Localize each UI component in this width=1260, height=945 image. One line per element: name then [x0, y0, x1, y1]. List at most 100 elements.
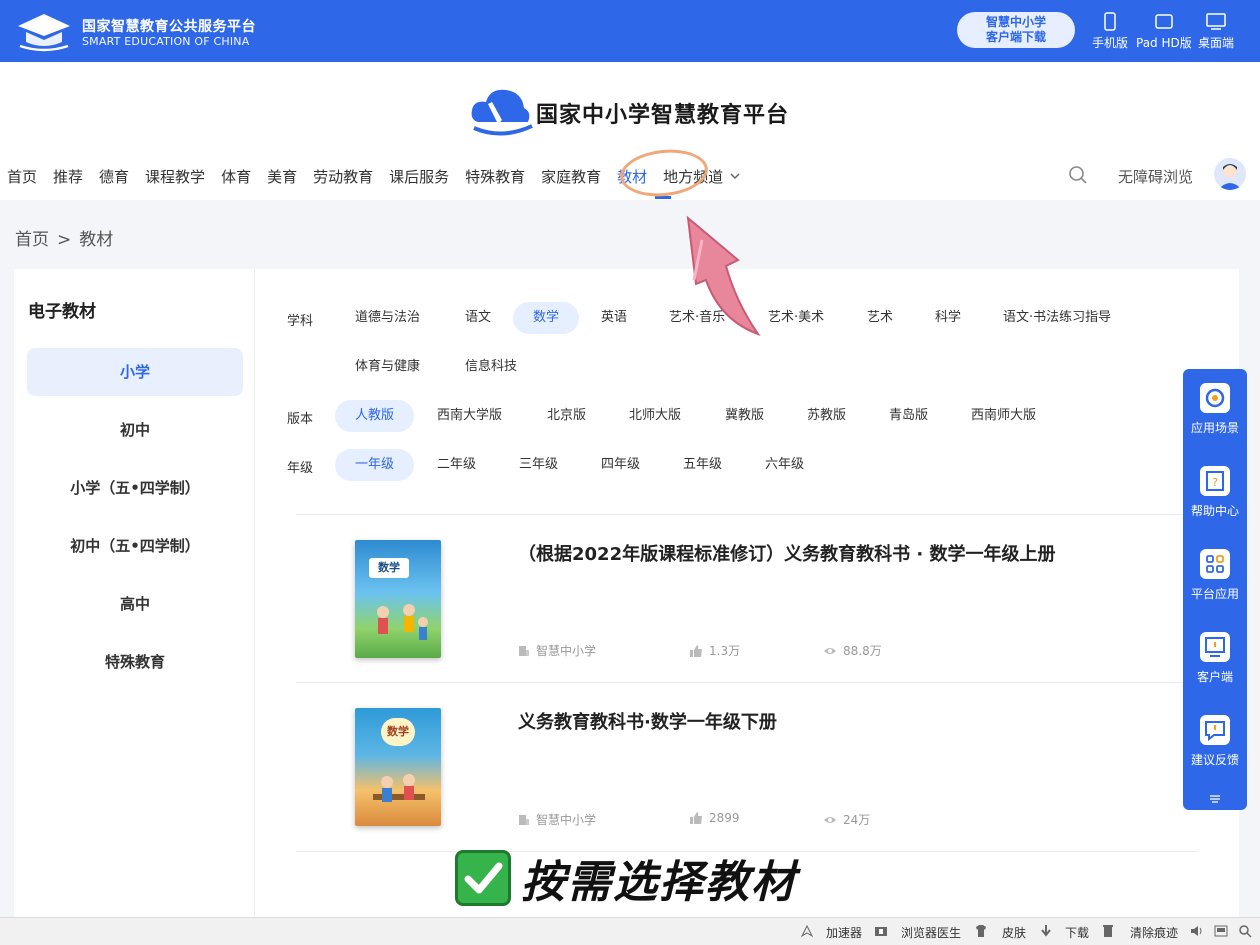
subject-chip[interactable]: 信息科技 — [445, 351, 537, 383]
sidebar-item-junior-54[interactable]: 初中（五•四学制） — [27, 522, 243, 570]
version-chip[interactable]: 苏教版 — [787, 400, 866, 432]
nav-labor[interactable]: 劳动教育 — [313, 166, 373, 192]
nav-afterschool[interactable]: 课后服务 — [389, 166, 449, 192]
device-pad[interactable]: Pad HD版 — [1136, 12, 1192, 51]
book-title[interactable]: （根据2022年版课程标准修订）义务教育教科书 · 数学一年级上册 — [518, 540, 1055, 566]
sidebar-item-primary-54[interactable]: 小学（五•四学制） — [27, 464, 243, 512]
nav-arts[interactable]: 美育 — [267, 166, 297, 192]
sidebar-item-primary[interactable]: 小学 — [27, 348, 243, 396]
subject-chip[interactable]: 语文 — [445, 302, 511, 334]
divider — [296, 514, 1198, 515]
subject-chip[interactable]: 科学 — [915, 302, 981, 334]
grade-chip[interactable]: 四年级 — [581, 449, 660, 481]
trash-icon — [1103, 925, 1113, 937]
brand-name-en[interactable]: SMART EDUCATION OF CHINA — [82, 35, 249, 48]
checkmark-icon — [455, 850, 511, 906]
device-desktop[interactable]: 桌面端 — [1198, 12, 1234, 51]
subject-chip[interactable]: 艺术 — [847, 302, 913, 334]
device-mobile[interactable]: 手机版 — [1092, 12, 1128, 51]
divider — [296, 682, 1198, 683]
version-chip[interactable]: 西南师大版 — [951, 400, 1056, 432]
feedback-icon — [1200, 715, 1230, 745]
book-likes-count: 2899 — [709, 811, 740, 825]
grade-chip-active[interactable]: 一年级 — [335, 449, 415, 481]
sidebar-item-senior[interactable]: 高中 — [27, 580, 243, 628]
float-item-apps[interactable]: 平台应用 — [1183, 549, 1247, 602]
subject-chip-active[interactable]: 数学 — [513, 302, 580, 334]
desktop-icon — [1206, 13, 1226, 30]
device-desktop-label: 桌面端 — [1198, 36, 1235, 50]
nav-courses[interactable]: 课程教学 — [145, 166, 205, 192]
status-clear-traces[interactable]: 清除痕迹 — [1130, 924, 1178, 941]
search-icon[interactable] — [1068, 165, 1088, 185]
float-item-help[interactable]: ? 帮助中心 — [1183, 466, 1247, 519]
book-views-count: 24万 — [843, 813, 871, 827]
browser-status-bar: 加速器 浏览器医生 皮肤 下载 清除痕迹 — [0, 917, 1260, 945]
eye-icon — [824, 648, 836, 654]
caption-banner: 按需选择教材 — [455, 846, 797, 910]
sidebar-item-junior[interactable]: 初中 — [27, 406, 243, 454]
client-download-button[interactable]: 智慧中小学 客户端下载 — [957, 12, 1075, 48]
float-item-client[interactable]: 客户端 — [1183, 632, 1247, 685]
version-chip[interactable]: 北师大版 — [609, 400, 701, 432]
subject-chip[interactable]: 道德与法治 — [335, 302, 440, 334]
status-accelerator[interactable]: 加速器 — [826, 924, 862, 941]
subject-chip[interactable]: 英语 — [581, 302, 647, 334]
grade-chip[interactable]: 六年级 — [745, 449, 824, 481]
version-chip[interactable]: 西南大学版 — [417, 400, 522, 432]
skin-shirt-icon — [976, 925, 986, 937]
user-avatar[interactable] — [1214, 158, 1246, 190]
version-chip[interactable]: 冀教版 — [705, 400, 784, 432]
volume-icon[interactable] — [1190, 924, 1204, 938]
doctor-icon — [875, 927, 887, 936]
menu-icon[interactable] — [1209, 793, 1221, 805]
breadcrumb: 首页 > 教材 — [15, 225, 113, 250]
version-chip-active[interactable]: 人教版 — [335, 400, 415, 432]
top-bar: 国家智慧教育公共服务平台 SMART EDUCATION OF CHINA 智慧… — [0, 0, 1260, 62]
caption-text: 按需选择教材 — [521, 857, 797, 908]
chevron-down-icon[interactable] — [729, 170, 741, 182]
nav-moral[interactable]: 德育 — [99, 166, 129, 192]
platform-name[interactable]: 国家中小学智慧教育平台 — [536, 97, 789, 129]
float-item-feedback[interactable]: 建议反馈 — [1183, 715, 1247, 768]
status-browser-doctor[interactable]: 浏览器医生 — [901, 924, 961, 941]
nav-sports[interactable]: 体育 — [221, 166, 251, 192]
education-logo-icon[interactable] — [14, 10, 74, 52]
grade-chip[interactable]: 五年级 — [663, 449, 742, 481]
book-title[interactable]: 义务教育教科书·数学一年级下册 — [518, 708, 777, 734]
grade-chip[interactable]: 二年级 — [417, 449, 496, 481]
accessible-browse-link[interactable]: 无障碍浏览 — [1118, 166, 1193, 187]
float-item-scenes[interactable]: 应用场景 — [1183, 383, 1247, 436]
book-cover[interactable]: 数学 — [355, 708, 441, 826]
book-likes-count: 1.3万 — [709, 644, 741, 658]
version-chip[interactable]: 青岛版 — [869, 400, 948, 432]
nav-family[interactable]: 家庭教育 — [541, 166, 601, 192]
status-download[interactable]: 下载 — [1065, 924, 1089, 941]
subject-chip[interactable]: 语文·书法练习指导 — [983, 302, 1131, 334]
building-icon — [519, 815, 529, 825]
eye-icon — [824, 817, 836, 823]
version-chip[interactable]: 北京版 — [527, 400, 606, 432]
textbook-main: 学科 道德与法治 语文 数学 英语 艺术·音乐 艺术·美术 艺术 科学 语文·书… — [255, 269, 1239, 929]
mobile-icon — [1104, 12, 1116, 31]
book-cover[interactable]: 数学 — [355, 540, 441, 658]
client-monitor-icon — [1200, 632, 1230, 662]
grade-chip[interactable]: 三年级 — [499, 449, 578, 481]
brand-name-cn[interactable]: 国家智慧教育公共服务平台 — [82, 16, 256, 36]
book-source: 智慧中小学 — [518, 811, 596, 828]
status-skin[interactable]: 皮肤 — [1002, 924, 1026, 941]
client-download-line2: 客户端下载 — [985, 30, 1046, 44]
cover-title: 数学 — [369, 558, 409, 578]
grade-label: 年级 — [287, 461, 314, 476]
nav-home[interactable]: 首页 — [7, 166, 37, 192]
sidebar-item-special[interactable]: 特殊教育 — [27, 638, 243, 686]
zoom-icon[interactable] — [1238, 924, 1252, 938]
breadcrumb-home[interactable]: 首页 — [15, 230, 49, 250]
platform-logo-icon[interactable] — [468, 84, 534, 140]
thumbs-up-icon — [690, 812, 702, 824]
nav-special[interactable]: 特殊教育 — [465, 166, 525, 192]
client-download-line1: 智慧中小学 — [985, 15, 1046, 29]
nav-recommend[interactable]: 推荐 — [53, 166, 83, 192]
subject-chip[interactable]: 体育与健康 — [335, 351, 440, 383]
window-icon[interactable] — [1214, 924, 1228, 938]
